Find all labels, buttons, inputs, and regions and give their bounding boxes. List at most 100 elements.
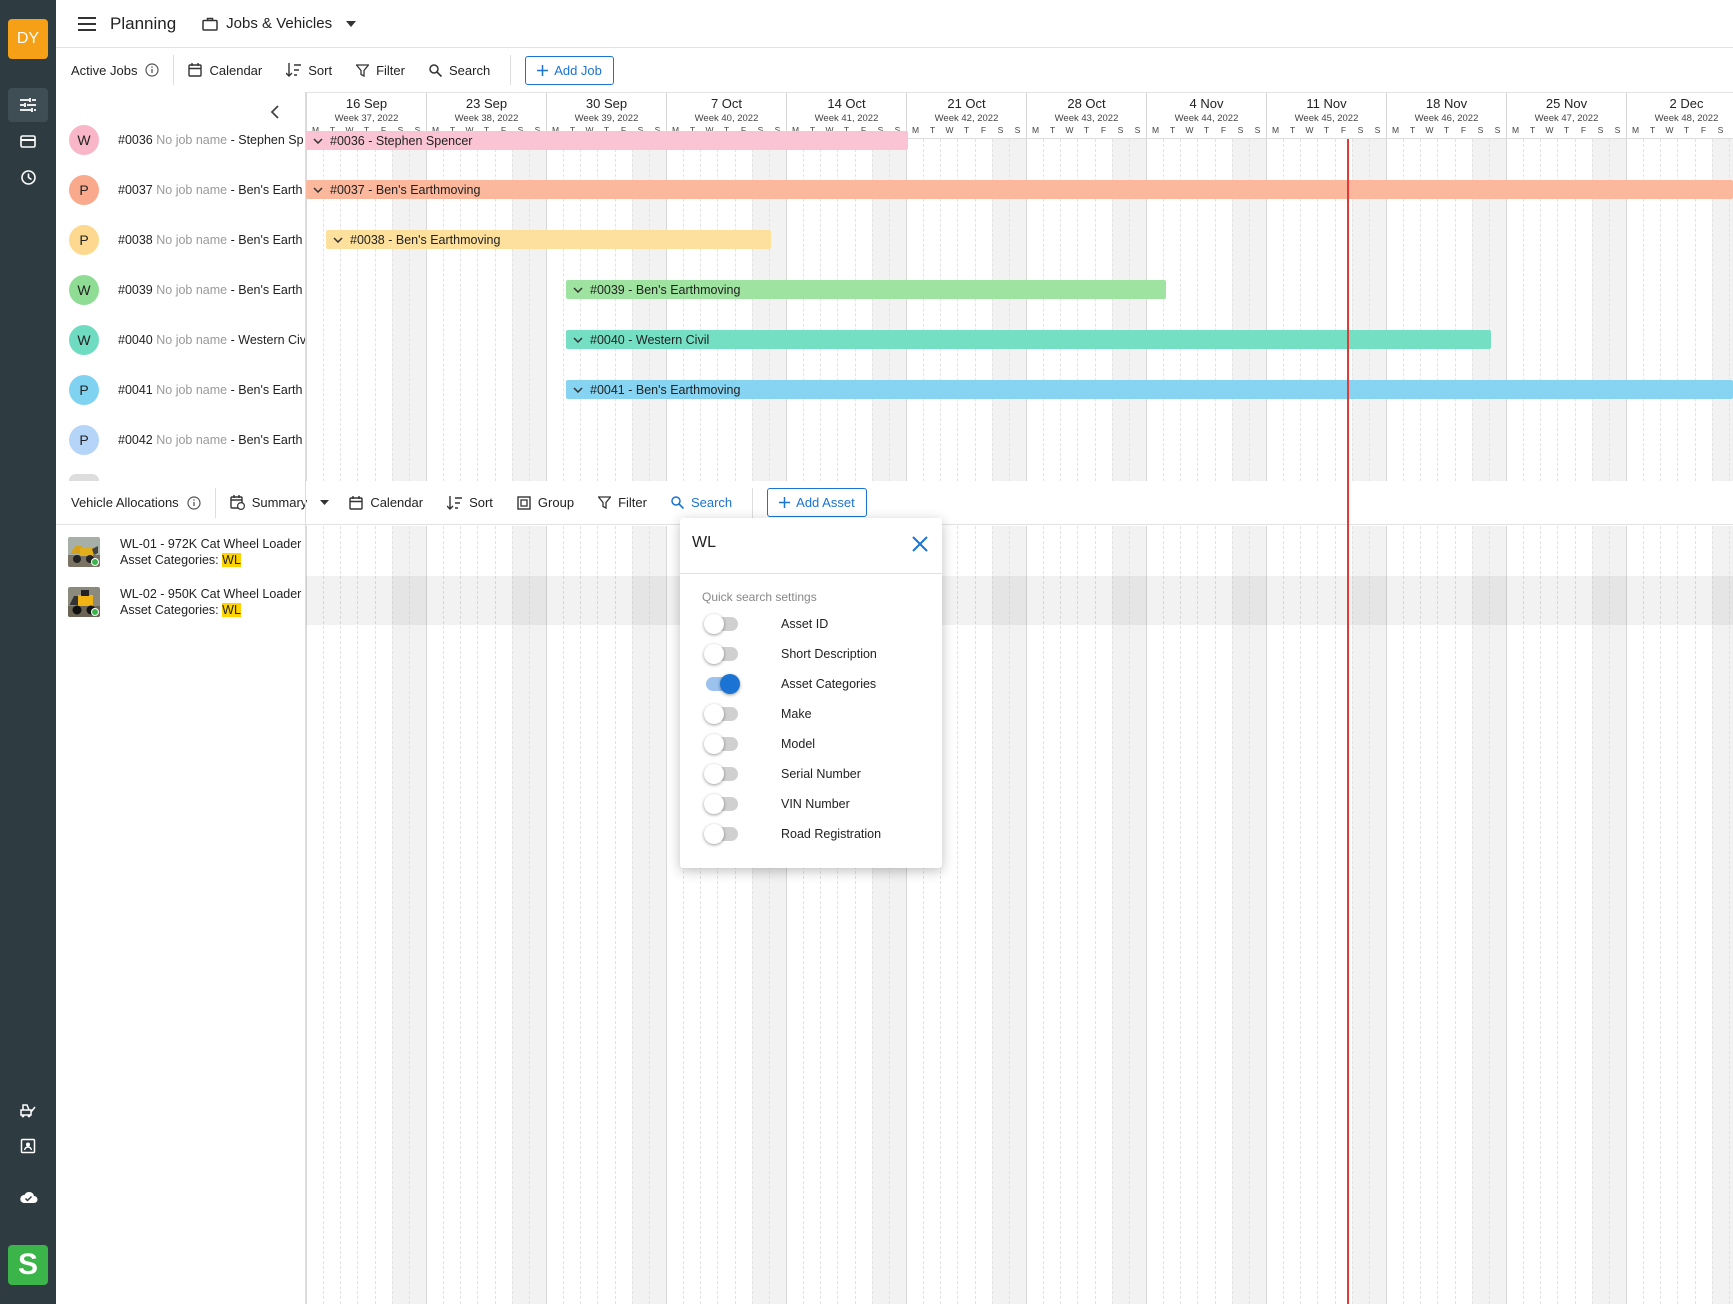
vehicle-row[interactable]: WL-02 - 950K Cat Wheel Loader Asset Cate… [56,576,306,626]
day-letter: F [1100,125,1107,135]
toggle-switch[interactable] [704,704,738,724]
search-option[interactable]: Asset ID [704,614,828,634]
info-icon[interactable] [145,63,160,77]
day-gridline [1403,526,1405,1304]
history-nav-icon[interactable] [8,160,48,194]
vehicles-sort-button[interactable]: Sort [447,495,493,510]
info-icon[interactable] [187,495,201,510]
week-date: 7 Oct [710,96,743,111]
job-bar[interactable]: #0037 - Ben's Earthmoving [306,180,1733,199]
day-gridline [494,526,496,1304]
job-row[interactable]: W #0036 No job name - Stephen Sp [56,115,306,165]
week-gridline [1506,526,1507,1304]
jobs-section-title: Active Jobs [71,62,138,78]
job-bar[interactable]: #0036 - Stephen Spencer [306,131,908,150]
divider [173,55,175,85]
jobs-calendar-button[interactable]: Calendar [188,63,262,78]
day-letter: M [1271,125,1280,135]
search-option[interactable]: Road Registration [704,824,881,844]
job-type-badge: P [69,225,99,255]
planning-nav-icon[interactable] [8,88,48,122]
day-gridline [1008,526,1010,1304]
week-gridline [1266,526,1267,1304]
cloud-sync-icon[interactable] [8,1180,48,1214]
job-bar[interactable]: #0040 - Western Civil [566,330,1491,349]
day-gridline [614,526,616,1304]
job-type-badge: P [69,425,99,455]
user-avatar[interactable]: DY [8,19,48,59]
job-client: - Ben's Earth [230,233,303,247]
toggle-switch[interactable] [704,764,738,784]
vehicles-group-button[interactable]: Group [517,495,574,510]
vehicles-calendar-button[interactable]: Calendar [349,495,423,510]
day-letter: S [1117,125,1124,135]
chevron-down-icon[interactable] [326,236,350,243]
card-nav-icon[interactable] [8,124,48,158]
add-job-button[interactable]: Add Job [525,55,614,85]
week-header: 21 Oct Week 42, 2022 M T W T F S S [906,93,1026,140]
job-row[interactable]: P #0038 No job name - Ben's Earth [56,215,306,265]
job-number: #0042 [118,433,153,447]
search-input[interactable] [692,534,892,552]
job-row[interactable]: P #0037 No job name - Ben's Earth [56,165,306,215]
day-gridline [1351,526,1353,1304]
job-bar[interactable]: #0041 - Ben's Earthmoving [566,380,1733,399]
vehicles-filter-button[interactable]: Filter [598,495,647,510]
job-bar[interactable]: #0038 - Ben's Earthmoving [326,230,771,249]
search-option[interactable]: Short Description [704,644,877,664]
quick-search-heading: Quick search settings [702,590,817,604]
day-gridline [1711,526,1713,1304]
job-bar-label: #0039 - Ben's Earthmoving [590,282,741,297]
chevron-down-icon[interactable] [566,386,590,393]
sort-icon [447,495,463,510]
today-marker [1347,139,1349,1304]
add-asset-button[interactable]: Add Asset [767,488,867,517]
day-letter: S [1494,125,1501,135]
search-option[interactable]: VIN Number [704,794,850,814]
job-bar[interactable]: #0039 - Ben's Earthmoving [566,280,1166,299]
day-letters: MTWTFSS [1027,125,1146,135]
chevron-down-icon[interactable] [306,137,330,144]
day-gridline [391,526,393,1304]
search-option[interactable]: Asset Categories [706,674,876,694]
search-option[interactable]: Make [704,704,812,724]
week-gridline [666,526,667,1304]
job-row[interactable]: P #0042 No job name - Ben's Earth [56,415,306,465]
toggle-switch[interactable] [704,734,738,754]
view-selector[interactable]: Jobs & Vehicles [202,15,357,32]
toggle-switch[interactable] [704,614,738,634]
hamburger-menu-icon[interactable] [78,16,96,31]
toggle-switch[interactable] [706,674,740,694]
week-date: 14 Oct [827,96,866,111]
summary-dropdown[interactable]: Summary [229,495,330,510]
job-row[interactable]: P #0041 No job name - Ben's Earth [56,365,306,415]
day-letter: T [1683,125,1690,135]
week-date: 4 Nov [1189,96,1224,111]
group-icon [517,495,531,510]
contacts-nav-icon[interactable] [8,1129,48,1163]
vehicle-row[interactable]: WL-01 - 972K Cat Wheel Loader Asset Cate… [56,526,306,576]
jobs-sort-button[interactable]: Sort [286,63,332,78]
week-date: 23 Sep [465,96,508,111]
jobs-toolbar: Active Jobs Calendar Sort Filter Search … [56,48,1733,92]
job-row[interactable]: W #0040 No job name - Western Civ [56,315,306,365]
jobs-search-button[interactable]: Search [429,63,490,78]
vehicle-category-label: Asset Categories: [120,553,219,567]
toggle-switch[interactable] [704,794,738,814]
close-icon[interactable] [912,536,928,555]
chevron-down-icon[interactable] [566,286,590,293]
search-option[interactable]: Serial Number [704,764,861,784]
jobs-filter-button[interactable]: Filter [356,63,405,78]
job-row[interactable]: W #0039 No job name - Ben's Earth [56,265,306,315]
day-letter: S [1254,125,1261,135]
toggle-switch[interactable] [704,644,738,664]
chevron-down-icon[interactable] [306,186,330,193]
equipment-nav-icon[interactable] [8,1093,48,1127]
vehicles-search-button[interactable]: Search [671,495,732,510]
toggle-switch[interactable] [704,824,738,844]
week-date: 2 Dec [1669,96,1704,111]
search-option[interactable]: Model [704,734,815,754]
job-bar-label: #0036 - Stephen Spencer [330,133,473,148]
job-name: No job name [156,133,228,147]
chevron-down-icon[interactable] [566,336,590,343]
